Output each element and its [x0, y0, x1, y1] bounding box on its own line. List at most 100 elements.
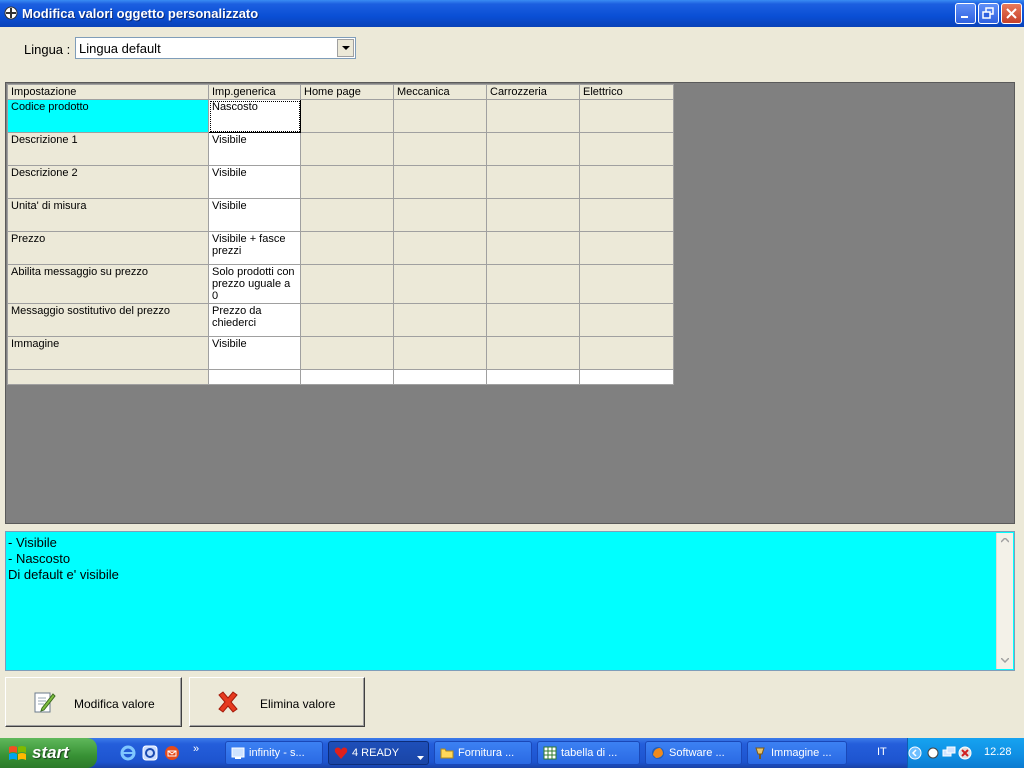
description-textbox[interactable]: - Visibile - Nascosto Di default e' visi…	[5, 531, 1015, 671]
value-cell[interactable]	[300, 264, 394, 304]
taskbar-item-label: tabella di ...	[561, 747, 618, 759]
quick-launch-more-icon[interactable]: »	[193, 743, 199, 755]
value-cell[interactable]	[486, 165, 580, 199]
value-cell[interactable]	[300, 198, 394, 232]
window-title: Modifica valori oggetto personalizzato	[22, 6, 259, 21]
value-cell[interactable]	[579, 231, 674, 265]
table-row[interactable]: Codice prodotto Nascosto	[7, 99, 674, 133]
value-cell[interactable]	[393, 336, 487, 370]
edit-value-button[interactable]: Modifica valore	[5, 677, 182, 727]
value-cell[interactable]	[300, 231, 394, 265]
taskbar-item-active[interactable]: 4 READY	[328, 741, 429, 765]
internet-explorer-icon[interactable]	[120, 745, 136, 761]
value-cell[interactable]	[208, 369, 301, 385]
value-cell[interactable]	[393, 165, 487, 199]
value-cell[interactable]	[486, 369, 580, 385]
network-tray-icon[interactable]	[942, 746, 956, 760]
table-new-row[interactable]	[7, 369, 674, 385]
delete-value-button[interactable]: Elimina valore	[189, 677, 365, 727]
value-cell[interactable]	[579, 132, 674, 166]
generic-value-cell[interactable]: Nascosto	[208, 99, 301, 133]
setting-cell[interactable]: Abilita messaggio su prezzo	[7, 264, 209, 304]
value-cell[interactable]	[300, 165, 394, 199]
column-header-setting[interactable]: Impostazione	[7, 84, 209, 100]
language-indicator[interactable]: IT	[877, 746, 887, 758]
value-cell[interactable]	[579, 165, 674, 199]
taskbar-item[interactable]: tabella di ...	[537, 741, 640, 765]
generic-value-cell[interactable]: Prezzo da chiederci	[208, 303, 301, 337]
column-header-carrozzeria[interactable]: Carrozzeria	[486, 84, 580, 100]
table-row[interactable]: Messaggio sostitutivo del prezzo Prezzo …	[7, 303, 674, 337]
table-row[interactable]: Prezzo Visibile + fasce prezzi	[7, 231, 674, 265]
start-button[interactable]: start	[0, 738, 97, 768]
value-cell[interactable]	[579, 303, 674, 337]
value-cell[interactable]	[579, 369, 674, 385]
setting-cell[interactable]: Descrizione 2	[7, 165, 209, 199]
setting-cell[interactable]: Prezzo	[7, 231, 209, 265]
taskbar-item[interactable]: Fornitura ...	[434, 741, 532, 765]
restore-button[interactable]	[978, 3, 999, 24]
value-cell[interactable]	[393, 303, 487, 337]
value-cell[interactable]	[300, 132, 394, 166]
setting-cell[interactable]: Descrizione 1	[7, 132, 209, 166]
mail-icon[interactable]	[164, 745, 180, 761]
value-cell[interactable]	[486, 99, 580, 133]
taskbar-item[interactable]: Software ...	[645, 741, 742, 765]
value-cell[interactable]	[486, 336, 580, 370]
generic-value-cell[interactable]: Visibile	[208, 198, 301, 232]
value-cell[interactable]	[393, 264, 487, 304]
generic-value-cell[interactable]: Visibile	[208, 165, 301, 199]
browser-shortcut-icon[interactable]	[142, 745, 158, 761]
column-header-home-page[interactable]: Home page	[300, 84, 394, 100]
setting-cell[interactable]	[7, 369, 209, 385]
column-header-elettrico[interactable]: Elettrico	[579, 84, 674, 100]
generic-value-cell[interactable]: Visibile	[208, 132, 301, 166]
setting-cell[interactable]: Unita' di misura	[7, 198, 209, 232]
setting-cell[interactable]: Immagine	[7, 336, 209, 370]
taskbar-item[interactable]: Immagine ...	[747, 741, 847, 765]
setting-cell[interactable]: Messaggio sostitutivo del prezzo	[7, 303, 209, 337]
value-cell[interactable]	[579, 264, 674, 304]
value-cell[interactable]	[393, 198, 487, 232]
value-cell[interactable]	[579, 198, 674, 232]
generic-value-cell[interactable]: Visibile + fasce prezzi	[208, 231, 301, 265]
close-button[interactable]	[1001, 3, 1022, 24]
generic-value-cell[interactable]: Visibile	[208, 336, 301, 370]
value-cell[interactable]	[579, 99, 674, 133]
value-cell[interactable]	[300, 336, 394, 370]
value-cell[interactable]	[393, 369, 487, 385]
value-cell[interactable]	[393, 231, 487, 265]
value-cell[interactable]	[486, 303, 580, 337]
value-cell[interactable]	[486, 132, 580, 166]
table-row[interactable]: Descrizione 1 Visibile	[7, 132, 674, 166]
value-cell[interactable]	[300, 303, 394, 337]
value-cell[interactable]	[486, 231, 580, 265]
value-cell[interactable]	[486, 198, 580, 232]
language-dropdown-button[interactable]	[337, 39, 354, 57]
security-alert-icon[interactable]	[958, 746, 972, 760]
value-cell[interactable]	[300, 369, 394, 385]
minimize-button[interactable]	[955, 3, 976, 24]
table-row[interactable]: Immagine Visibile	[7, 336, 674, 370]
taskbar-item[interactable]: infinity - s...	[225, 741, 323, 765]
table-row[interactable]: Unita' di misura Visibile	[7, 198, 674, 232]
setting-cell[interactable]: Codice prodotto	[7, 99, 209, 133]
scroll-down-button[interactable]	[997, 653, 1013, 669]
value-cell[interactable]	[393, 132, 487, 166]
table-row[interactable]: Abilita messaggio su prezzo Solo prodott…	[7, 264, 674, 304]
tray-expand-icon[interactable]	[908, 746, 922, 760]
clock[interactable]: 12.28	[984, 746, 1012, 758]
table-row[interactable]: Descrizione 2 Visibile	[7, 165, 674, 199]
generic-value-cell[interactable]: Solo prodotti con prezzo uguale a 0	[208, 264, 301, 304]
tray-app-icon[interactable]	[926, 746, 940, 760]
description-scrollbar[interactable]	[996, 533, 1013, 669]
language-select-value: Lingua default	[79, 41, 161, 56]
column-header-meccanica[interactable]: Meccanica	[393, 84, 487, 100]
scroll-up-button[interactable]	[997, 533, 1013, 549]
value-cell[interactable]	[300, 99, 394, 133]
column-header-generic[interactable]: Imp.generica	[208, 84, 301, 100]
value-cell[interactable]	[486, 264, 580, 304]
value-cell[interactable]	[579, 336, 674, 370]
language-select[interactable]: Lingua default	[75, 37, 356, 59]
value-cell[interactable]	[393, 99, 487, 133]
